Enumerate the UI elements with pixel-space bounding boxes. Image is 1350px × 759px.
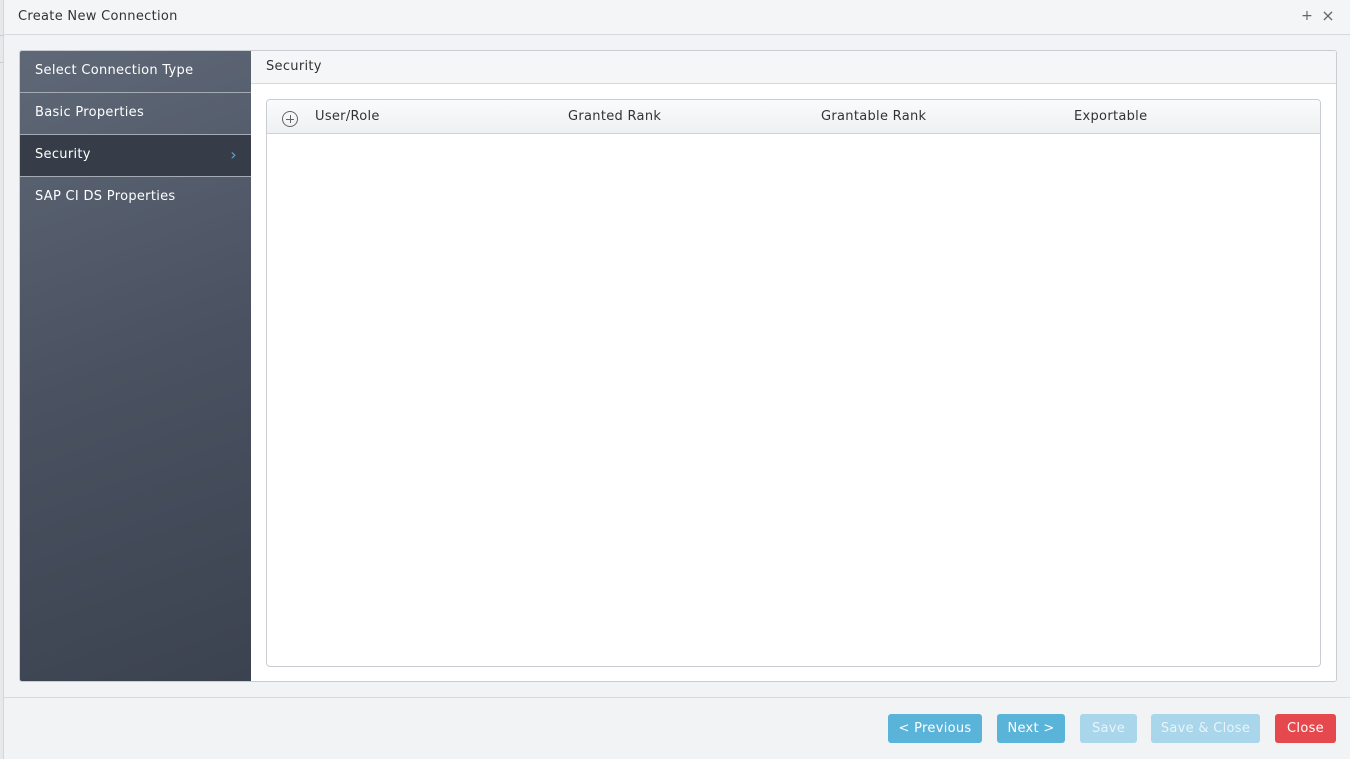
chevron-right-icon: › xyxy=(230,145,237,164)
sidebar-item-basic-properties[interactable]: Basic Properties xyxy=(20,93,251,135)
add-circle-icon[interactable] xyxy=(282,111,298,127)
security-table: User/Role Granted Rank Grantable Rank Ex… xyxy=(266,99,1321,667)
sidebar-item-label: Select Connection Type xyxy=(35,63,194,78)
content-area: Security User/Role Granted Rank Grantabl… xyxy=(251,51,1336,681)
next-button[interactable]: Next > xyxy=(997,714,1065,743)
close-icon[interactable]: × xyxy=(1320,7,1336,25)
dialog-title: Create New Connection xyxy=(18,9,178,24)
sidebar-item-label: Basic Properties xyxy=(35,105,145,120)
column-header-grantable-rank[interactable]: Grantable Rank xyxy=(821,100,926,134)
plus-icon[interactable]: + xyxy=(1299,7,1315,25)
dialog-titlebar: Create New Connection + × xyxy=(4,0,1350,35)
sidebar-item-select-connection-type[interactable]: Select Connection Type xyxy=(20,51,251,93)
sidebar-item-label: SAP CI DS Properties xyxy=(35,189,176,204)
sidebar-item-label: Security xyxy=(35,147,91,162)
wizard-panel: Select Connection Type Basic Properties … xyxy=(19,50,1337,682)
wizard-sidebar: Select Connection Type Basic Properties … xyxy=(20,51,251,681)
previous-button[interactable]: < Previous xyxy=(888,714,982,743)
save-button[interactable]: Save xyxy=(1080,714,1137,743)
dialog-footer: < Previous Next > Save Save & Close Clos… xyxy=(4,697,1350,759)
close-button[interactable]: Close xyxy=(1275,714,1336,743)
create-connection-dialog: Create New Connection + × Select Connect… xyxy=(3,0,1350,759)
column-header-user-role[interactable]: User/Role xyxy=(315,100,380,134)
table-header: User/Role Granted Rank Grantable Rank Ex… xyxy=(267,100,1320,134)
section-title: Security xyxy=(251,51,1336,84)
sidebar-item-security[interactable]: Security › xyxy=(20,135,251,177)
column-header-granted-rank[interactable]: Granted Rank xyxy=(568,100,661,134)
sidebar-item-sap-ci-ds-properties[interactable]: SAP CI DS Properties xyxy=(20,177,251,219)
column-header-exportable[interactable]: Exportable xyxy=(1074,100,1147,134)
save-close-button[interactable]: Save & Close xyxy=(1151,714,1260,743)
